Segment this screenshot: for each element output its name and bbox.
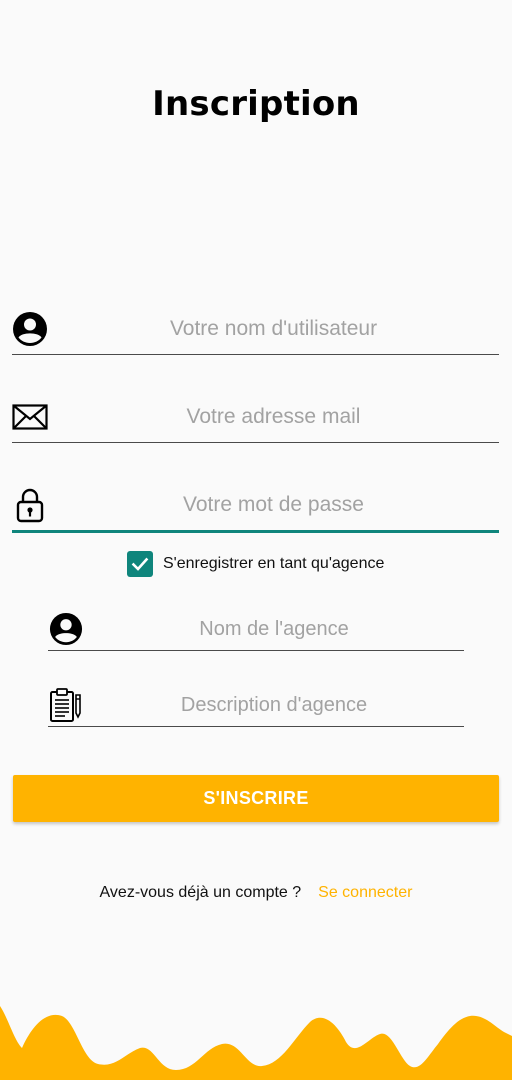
- checkmark-icon: [131, 557, 149, 571]
- agency-description-input[interactable]: [84, 684, 464, 726]
- agency-description-field: [48, 684, 464, 727]
- envelope-icon: [12, 404, 48, 430]
- agency-checkbox-label[interactable]: S'enregistrer en tant qu'agence: [163, 555, 384, 573]
- account-circle-icon: [12, 311, 48, 347]
- page-title: Inscription: [152, 84, 360, 124]
- agency-checkbox[interactable]: [127, 551, 153, 577]
- agency-checkbox-row[interactable]: S'enregistrer en tant qu'agence: [127, 551, 384, 577]
- signup-screen: Inscription Votre nom d'utilisateur Votr…: [0, 0, 512, 1080]
- clipboard-icon: [48, 687, 84, 723]
- decorative-wave: [0, 1006, 512, 1080]
- account-circle-icon: [48, 612, 84, 646]
- login-question: Avez-vous déjà un compte ?: [99, 884, 302, 901]
- login-prompt: Avez-vous déjà un compte ? Se connecter: [0, 884, 512, 902]
- agency-name-field: [48, 608, 464, 651]
- password-field: [12, 480, 499, 533]
- email-field: [12, 392, 499, 443]
- password-input[interactable]: [48, 480, 499, 530]
- login-link[interactable]: Se connecter: [318, 884, 412, 902]
- padlock-icon: [12, 487, 48, 523]
- agency-name-input[interactable]: [84, 608, 464, 650]
- signup-button[interactable]: S'INSCRIRE: [13, 775, 499, 822]
- username-field: [12, 304, 499, 355]
- email-input[interactable]: [48, 392, 499, 442]
- username-input[interactable]: [48, 304, 499, 354]
